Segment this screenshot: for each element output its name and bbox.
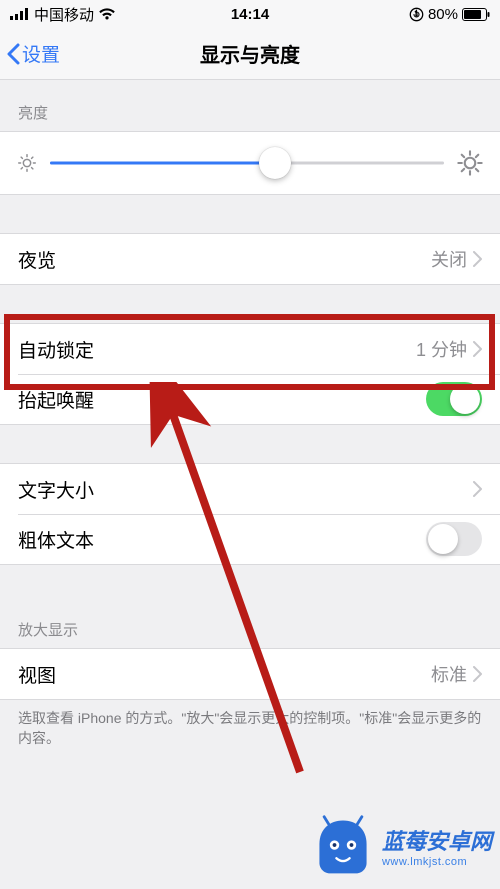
watermark: 蓝莓安卓网 www.lmkjst.com: [310, 813, 492, 879]
group-night-shift: 夜览 关闭: [0, 233, 500, 285]
slider-thumb[interactable]: [259, 147, 291, 179]
brightness-slider[interactable]: [50, 146, 444, 180]
night-shift-value: 关闭: [431, 246, 467, 272]
brightness-low-icon: [16, 152, 38, 174]
chevron-right-icon: [473, 481, 482, 497]
clock: 14:14: [231, 6, 269, 23]
group-lock-wake: 自动锁定 1 分钟 抬起唤醒: [0, 323, 500, 425]
bold-text-switch[interactable]: [426, 522, 482, 556]
group-text: 文字大小 粗体文本: [0, 463, 500, 565]
group-zoom: 视图 标准: [0, 648, 500, 700]
watermark-title: 蓝莓安卓网: [382, 829, 492, 854]
slider-fill: [50, 162, 275, 165]
text-size-label: 文字大小: [18, 476, 473, 503]
brightness-row: [0, 131, 500, 195]
orientation-lock-icon: [409, 7, 424, 22]
wifi-icon: [98, 8, 116, 21]
nav-bar: 设置 显示与亮度: [0, 28, 500, 80]
view-value: 标准: [431, 661, 467, 687]
back-button[interactable]: 设置: [0, 40, 60, 67]
status-right: 80%: [409, 6, 490, 23]
auto-lock-label: 自动锁定: [18, 336, 416, 363]
watermark-text: 蓝莓安卓网 www.lmkjst.com: [382, 824, 492, 868]
cell-view[interactable]: 视图 标准: [0, 649, 500, 699]
chevron-right-icon: [473, 341, 482, 357]
status-left: 中国移动: [10, 4, 116, 25]
watermark-url: www.lmkjst.com: [382, 856, 492, 868]
switch-thumb: [428, 524, 458, 554]
battery-percent: 80%: [428, 6, 458, 23]
chevron-right-icon: [473, 251, 482, 267]
signal-icon: [10, 8, 30, 20]
raise-to-wake-label: 抬起唤醒: [18, 386, 426, 413]
raise-to-wake-switch[interactable]: [426, 382, 482, 416]
cell-night-shift[interactable]: 夜览 关闭: [0, 234, 500, 284]
chevron-left-icon: [6, 43, 20, 65]
battery-icon: [462, 8, 490, 21]
chevron-right-icon: [473, 666, 482, 682]
auto-lock-value: 1 分钟: [416, 336, 467, 362]
night-shift-label: 夜览: [18, 246, 431, 273]
cell-raise-to-wake: 抬起唤醒: [0, 374, 500, 424]
back-label: 设置: [22, 40, 60, 67]
section-header-brightness: 亮度: [0, 80, 500, 131]
bold-text-label: 粗体文本: [18, 526, 426, 553]
status-bar: 中国移动 14:14 80%: [0, 0, 500, 28]
page-title: 显示与亮度: [200, 39, 300, 68]
brightness-high-icon: [456, 149, 484, 177]
mascot-icon: [310, 813, 376, 879]
zoom-footer-text: 选取查看 iPhone 的方式。"放大"会显示更大的控制项。"标准"会显示更多的…: [0, 700, 500, 749]
cell-bold-text: 粗体文本: [0, 514, 500, 564]
switch-thumb: [450, 384, 480, 414]
view-label: 视图: [18, 661, 431, 688]
cell-text-size[interactable]: 文字大小: [0, 464, 500, 514]
carrier-label: 中国移动: [34, 4, 94, 25]
cell-auto-lock[interactable]: 自动锁定 1 分钟: [0, 324, 500, 374]
section-header-zoom: 放大显示: [0, 597, 500, 648]
